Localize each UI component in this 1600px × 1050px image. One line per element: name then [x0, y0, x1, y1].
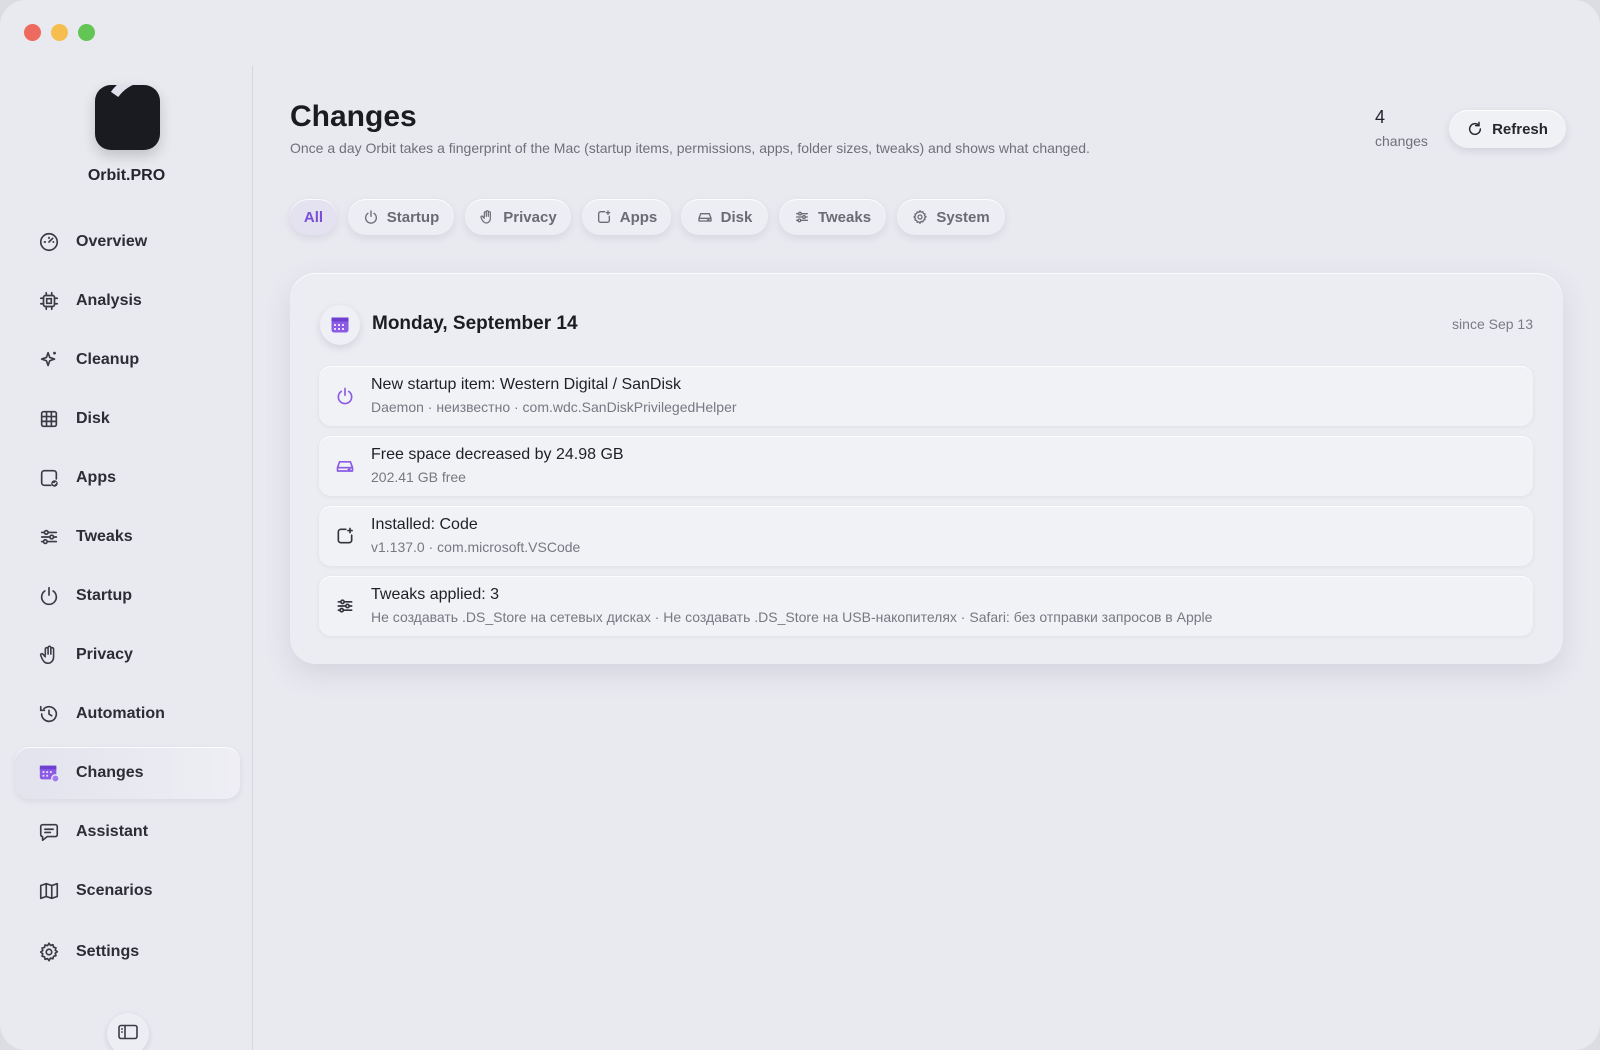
filter-apps[interactable]: Apps [582, 199, 671, 235]
cpu-icon [38, 290, 60, 312]
calendar-icon [331, 317, 349, 333]
power-icon [38, 585, 60, 607]
sidebar-item-privacy[interactable]: Privacy [15, 629, 240, 681]
hand-icon [38, 644, 60, 666]
changes-count-value: 4 [1375, 107, 1386, 127]
sidebar-item-tweaks[interactable]: Tweaks [15, 511, 240, 563]
change-title: Installed: Code [371, 516, 478, 533]
change-row[interactable]: Free space decreased by 24.98 GB 202.41 … [319, 436, 1533, 496]
filter-privacy[interactable]: Privacy [465, 199, 571, 235]
power-icon [364, 210, 377, 224]
app-check-icon [38, 467, 60, 489]
changes-group-card: Monday, September 14 since Sep 13 New st… [290, 273, 1563, 664]
page-title: Changes [290, 100, 417, 133]
filter-disk[interactable]: Disk [681, 199, 768, 235]
filter-system[interactable]: System [897, 199, 1005, 235]
power-icon [334, 385, 356, 407]
app-name: Orbit.PRO [87, 167, 166, 184]
sidebar-item-analysis[interactable]: Analysis [15, 275, 240, 327]
change-title: New startup item: Western Digital / SanD… [371, 376, 682, 393]
sidebar-item-scenarios[interactable]: Scenarios [15, 865, 240, 917]
changes-count: 4 changes [1375, 107, 1428, 149]
sidebar-item-changes[interactable]: Changes [15, 747, 240, 799]
main-content: Changes Once a day Orbit takes a fingerp… [253, 0, 1600, 1050]
change-row[interactable]: Tweaks applied: 3 Не создавать .DS_Store… [319, 576, 1533, 636]
refresh-icon [1469, 121, 1482, 136]
change-title: Free space decreased by 24.98 GB [371, 446, 624, 463]
gauge-icon [38, 231, 60, 253]
filter-tweaks[interactable]: Tweaks [779, 199, 886, 235]
change-subtitle: v1.137.0 · com.microsoft.VSCode [371, 539, 581, 555]
app-window: Orbit.PRO Overview Analysis Cleanup Disk… [0, 0, 1600, 1050]
page-description: Once a day Orbit takes a fingerprint of … [290, 140, 1090, 156]
sidebar: Orbit.PRO Overview Analysis Cleanup Disk… [0, 0, 253, 1050]
hand-icon [480, 210, 492, 224]
date-badge [320, 305, 360, 345]
chat-icon [38, 821, 60, 843]
group-since: since Sep 13 [1452, 316, 1533, 332]
sliders-icon [38, 526, 60, 548]
filter-startup[interactable]: Startup [348, 199, 454, 235]
sparkle-icon [38, 349, 60, 371]
filter-all[interactable]: All [290, 199, 337, 235]
calendar-icon [38, 762, 60, 784]
sidebar-item-settings[interactable]: Settings [15, 926, 240, 978]
change-subtitle: Daemon · неизвестно · com.wdc.SanDiskPri… [371, 399, 737, 415]
group-date: Monday, September 14 [372, 313, 578, 334]
map-icon [38, 880, 60, 902]
sliders-icon [795, 211, 808, 223]
sliders-icon [334, 595, 356, 617]
sidebar-item-startup[interactable]: Startup [15, 570, 240, 622]
sidebar-item-cleanup[interactable]: Cleanup [15, 334, 240, 386]
history-icon [38, 703, 60, 725]
gear-icon [913, 210, 928, 224]
app-plus-icon [334, 525, 356, 547]
refresh-label: Refresh [1492, 120, 1548, 138]
sidebar-item-assistant[interactable]: Assistant [15, 806, 240, 858]
sidebar-item-automation[interactable]: Automation [15, 688, 240, 740]
refresh-button[interactable]: Refresh [1449, 110, 1566, 148]
sidebar-item-disk[interactable]: Disk [15, 393, 240, 445]
sidebar-toggle-button[interactable] [107, 1013, 149, 1050]
sidebar-item-apps[interactable]: Apps [15, 452, 240, 504]
sidebar-item-overview[interactable]: Overview [15, 216, 240, 268]
change-subtitle: 202.41 GB free [371, 469, 466, 485]
change-subtitle: Не создавать .DS_Store на сетевых дисках… [371, 609, 1213, 625]
sidebar-toggle-icon [118, 1024, 138, 1040]
app-plus-icon [597, 210, 611, 223]
grid-icon [38, 408, 60, 430]
change-row[interactable]: New startup item: Western Digital / SanD… [319, 366, 1533, 426]
change-row[interactable]: Installed: Code v1.137.0 · com.microsoft… [319, 506, 1533, 566]
drive-icon [697, 213, 712, 222]
app-logo [95, 85, 160, 150]
change-title: Tweaks applied: 3 [371, 586, 500, 603]
gear-icon [38, 941, 60, 963]
changes-count-label: changes [1375, 133, 1428, 149]
drive-icon [334, 455, 356, 477]
